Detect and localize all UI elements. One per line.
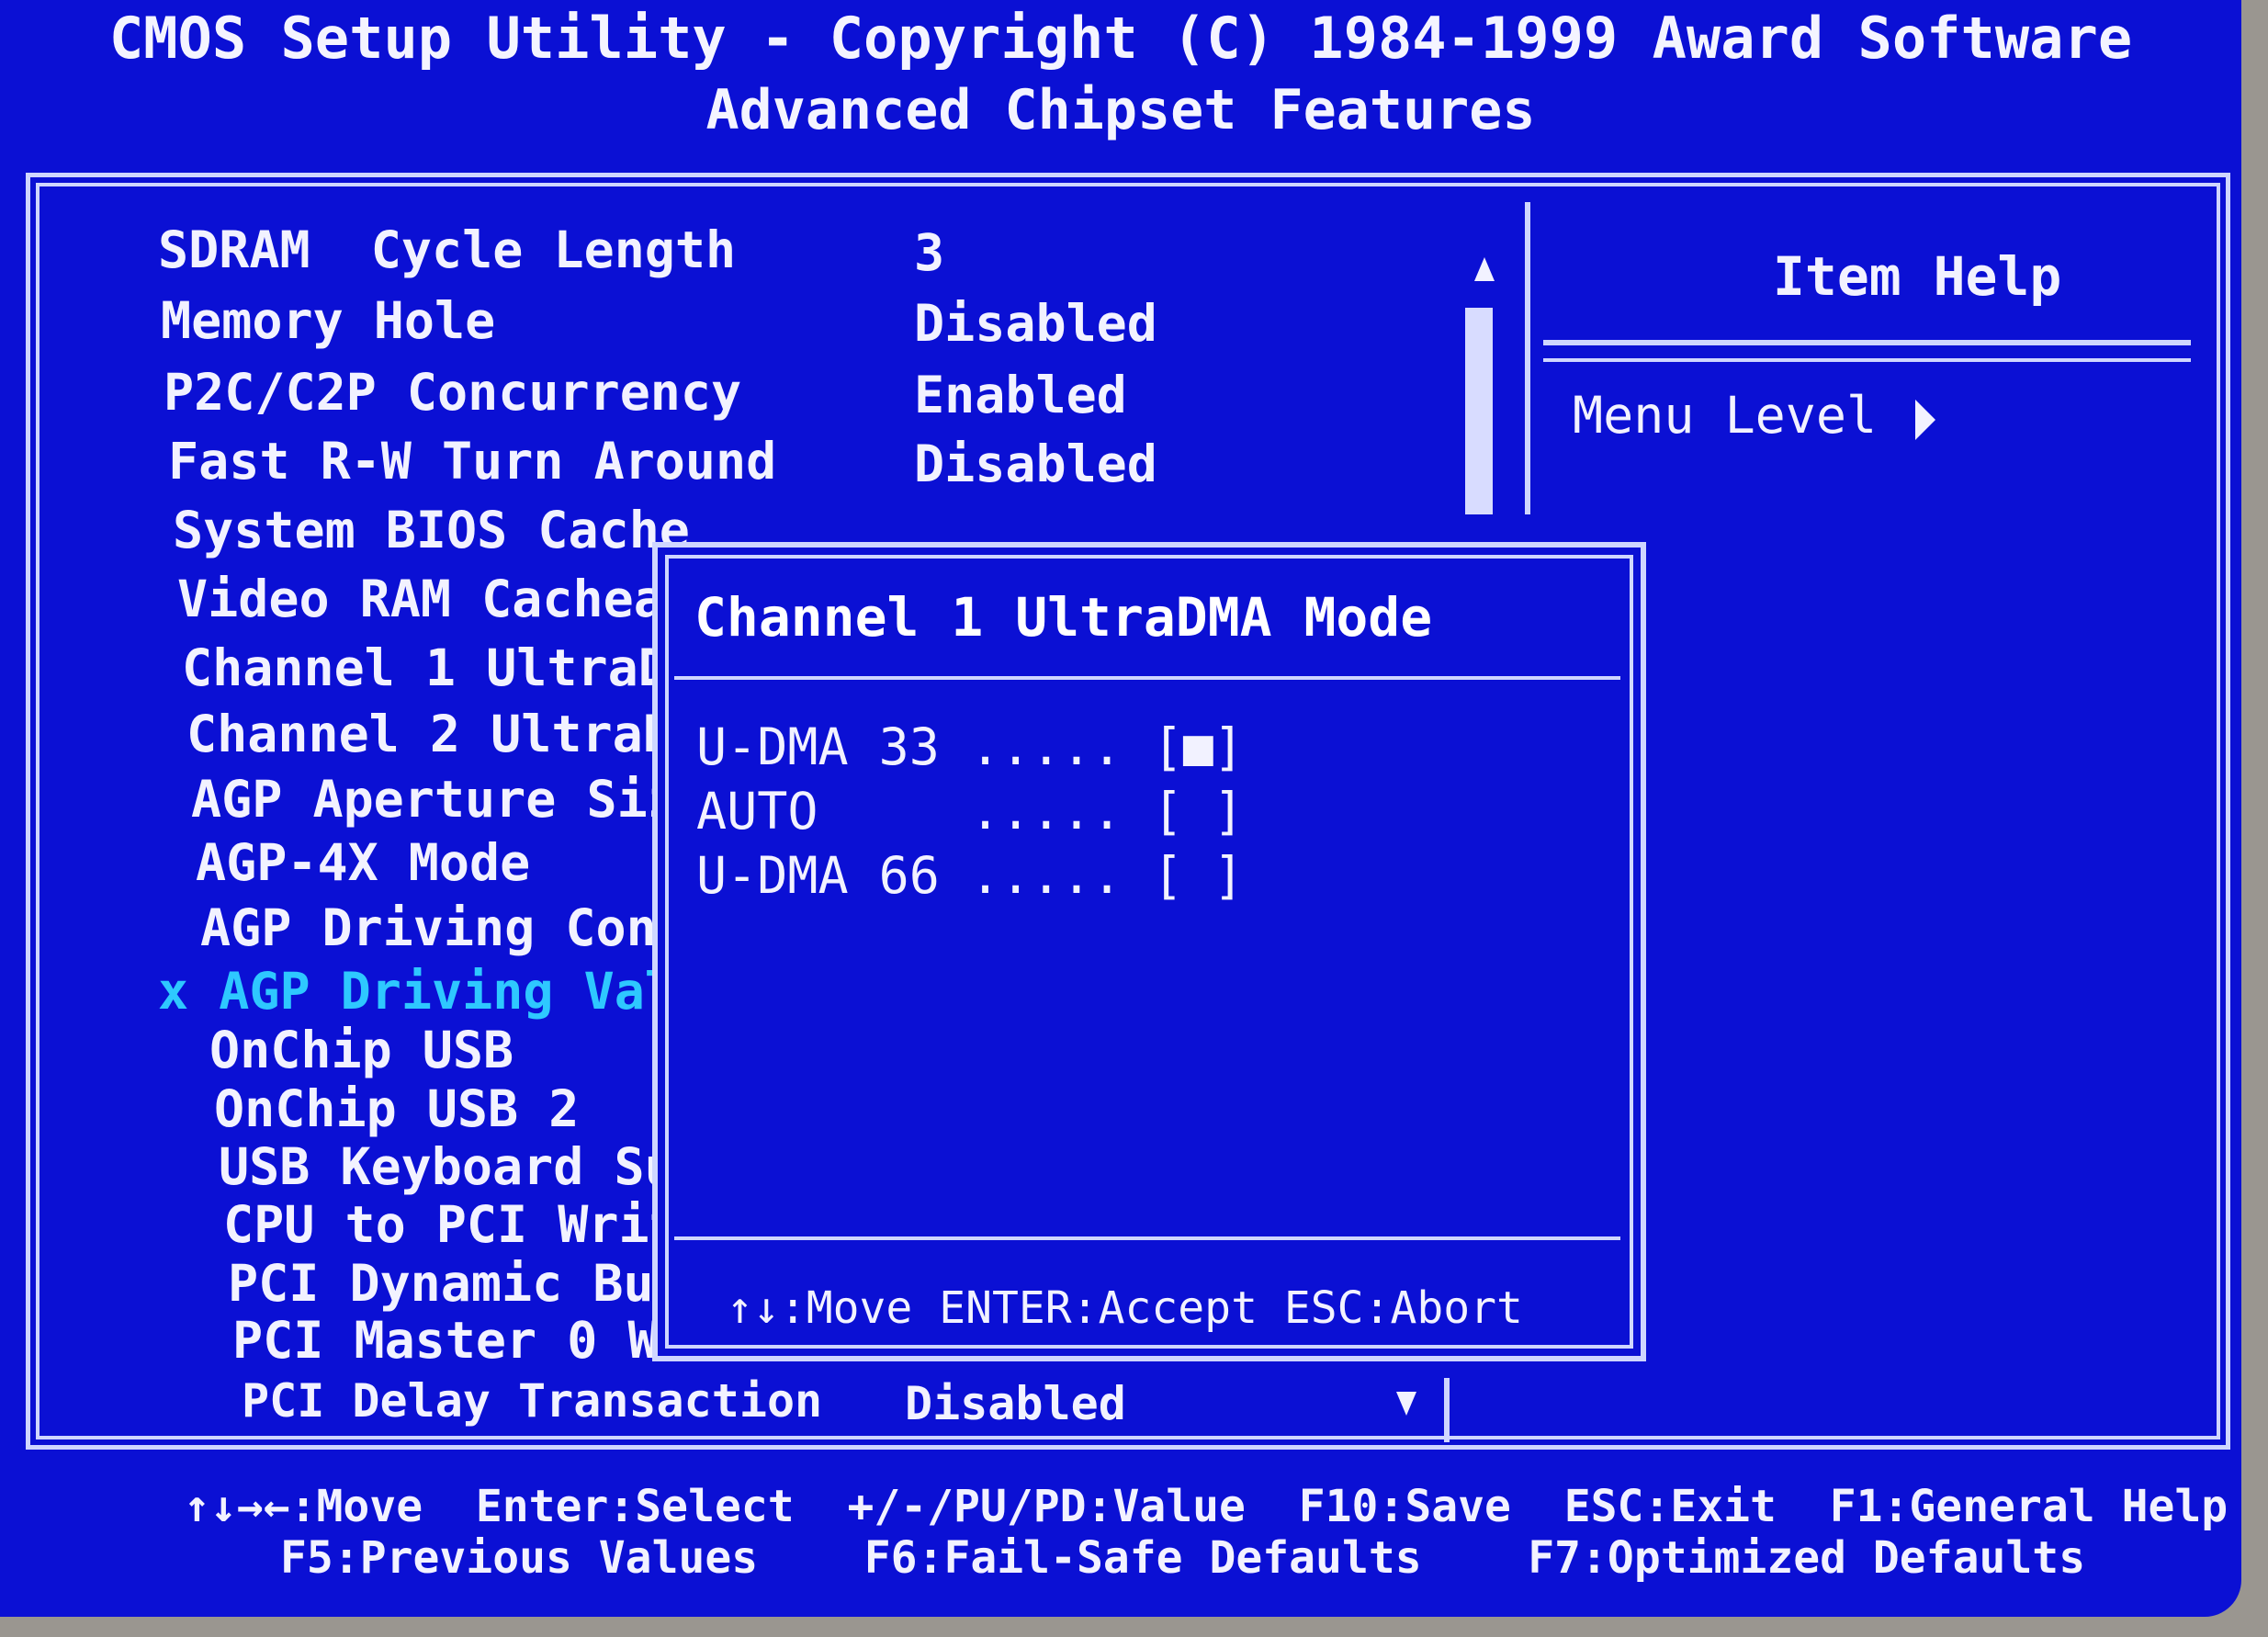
value-sdram-cycle-length[interactable]: 3 [914,228,944,278]
dialog-title-divider [674,676,1620,680]
scroll-down-arrow-icon[interactable] [1396,1392,1416,1416]
setting-cpu-to-pci-write[interactable]: CPU to PCI Write [223,1200,710,1250]
help-panel-title: Item Help [1773,245,2062,308]
dialog-title: Channel 1 UltraDMA Mode [694,586,1433,649]
menu-level-arrow-icon [1915,400,1935,440]
help-title-underline [1543,340,2191,345]
setting-agp-driving-value[interactable]: x AGP Driving Value [158,966,736,1017]
value-p2c-c2p-concurrency[interactable]: Enabled [914,370,1127,421]
page-title: Advanced Chipset Features [705,78,1536,142]
help-menu-level: Menu Level [1573,386,1878,445]
setting-sdram-cycle-length[interactable]: SDRAM Cycle Length [158,225,736,276]
option-udma-33[interactable]: U-DMA 33 ..... [■] [696,717,1244,776]
ultradma-mode-dialog: Channel 1 UltraDMA Mode U-DMA 33 ..... [… [652,542,1646,1361]
setting-channel1-ultradma[interactable]: Channel 1 UltraDM [182,643,699,694]
setting-fast-rw-turn-around[interactable]: Fast R-W Turn Around [168,436,776,487]
footer-keys-line1: ↑↓→←:Move Enter:Select +/-/PU/PD:Value F… [184,1481,2229,1532]
utility-title: CMOS Setup Utility - Copyright (C) 1984-… [108,5,2133,72]
value-pci-delay-transaction[interactable]: Disabled [905,1381,1126,1427]
setting-pci-delay-transaction[interactable]: PCI Delay Transaction [242,1378,822,1424]
option-udma-66[interactable]: U-DMA 66 ..... [ ] [696,846,1244,905]
scroll-up-arrow-icon[interactable] [1474,257,1495,281]
panel-divider [1525,202,1530,514]
scrollbar-thumb[interactable] [1465,308,1493,514]
panel-divider-lower [1444,1378,1450,1442]
setting-video-ram-cacheable[interactable]: Video RAM Cacheab [177,574,694,625]
value-fast-rw-turn-around[interactable]: Disabled [914,439,1157,490]
setting-agp-driving-control[interactable]: AGP Driving Contr [200,903,717,954]
setting-onchip-usb[interactable]: OnChip USB [209,1025,513,1076]
value-memory-hole[interactable]: Disabled [914,299,1157,349]
setting-system-bios-cache[interactable]: System BIOS Cache [173,505,690,556]
setting-agp-aperture-size[interactable]: AGP Aperture Size [191,774,708,825]
setting-onchip-usb-2[interactable]: OnChip USB 2 [214,1084,579,1135]
setting-p2c-c2p-concurrency[interactable]: P2C/C2P Concurrency [164,367,741,418]
dialog-key-hints: ↑↓:Move ENTER:Accept ESC:Abort [727,1282,1523,1334]
bios-screen: CMOS Setup Utility - Copyright (C) 1984-… [0,0,2241,1617]
setting-channel2-ultradma[interactable]: Channel 2 UltraDM [186,709,704,760]
dialog-footer-divider [674,1236,1620,1240]
option-auto[interactable]: AUTO ..... [ ] [696,782,1244,841]
footer-keys-line2: F5:Previous Values F6:Fail-Safe Defaults… [280,1532,2086,1584]
setting-memory-hole[interactable]: Memory Hole [161,296,495,346]
help-title-underline-2 [1543,358,2191,362]
setting-agp-4x-mode[interactable]: AGP-4X Mode [196,838,530,888]
